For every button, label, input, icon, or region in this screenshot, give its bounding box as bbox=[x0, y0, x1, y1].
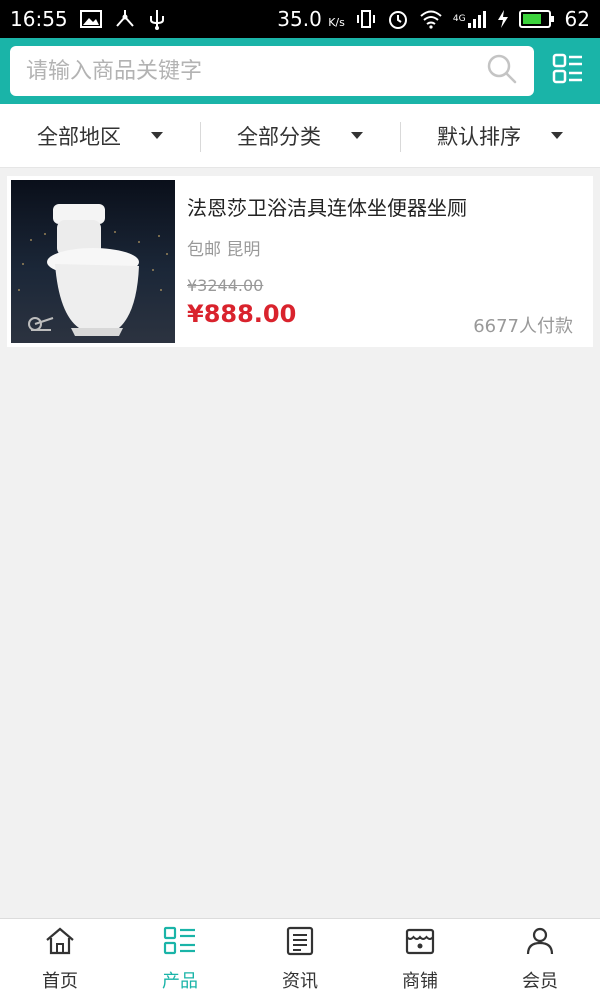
caret-down-icon bbox=[351, 132, 363, 139]
filter-category-label: 全部分类 bbox=[237, 124, 321, 149]
nav-news-label: 资讯 bbox=[282, 971, 318, 992]
shop-icon bbox=[404, 926, 436, 961]
filter-category[interactable]: 全部分类 bbox=[200, 104, 400, 167]
nav-products-label: 产品 bbox=[162, 971, 198, 992]
nav-news[interactable]: 资讯 bbox=[240, 919, 360, 1000]
original-price: ¥3244.00 bbox=[187, 276, 264, 295]
filter-sort[interactable]: 默认排序 bbox=[400, 104, 600, 167]
nav-member-label: 会员 bbox=[522, 971, 558, 992]
sold-count: 6677人付款 bbox=[473, 316, 573, 337]
charging-icon bbox=[497, 9, 509, 29]
product-info: 法恩莎卫浴洁具连体坐便器坐厕 包邮 昆明 ¥3244.00 ¥888.00 66… bbox=[175, 180, 589, 343]
status-bar: 16:55 35.0 K/s 4G 62 bbox=[0, 0, 600, 38]
signal-icon: 4G bbox=[453, 9, 487, 29]
news-icon bbox=[285, 926, 315, 961]
product-card[interactable]: 法恩莎卫浴洁具连体坐便器坐厕 包邮 昆明 ¥3244.00 ¥888.00 66… bbox=[7, 176, 593, 347]
filter-bar: 全部地区 全部分类 默认排序 bbox=[0, 104, 600, 168]
share-icon bbox=[114, 9, 136, 29]
usb-icon bbox=[148, 8, 166, 30]
search-input[interactable] bbox=[26, 58, 486, 84]
filter-region-label: 全部地区 bbox=[37, 124, 121, 149]
filter-sort-label: 默认排序 bbox=[437, 124, 521, 149]
product-image[interactable] bbox=[11, 180, 175, 343]
nav-home[interactable]: 首页 bbox=[0, 919, 120, 1000]
home-icon bbox=[44, 926, 76, 961]
bottom-nav: 首页 产品 资讯 商铺 会员 bbox=[0, 918, 600, 1000]
battery-level: 62 bbox=[564, 7, 590, 31]
filter-region[interactable]: 全部地区 bbox=[0, 104, 200, 167]
toilet-illustration bbox=[18, 204, 168, 336]
caret-down-icon bbox=[551, 132, 563, 139]
nav-shop[interactable]: 商铺 bbox=[360, 919, 480, 1000]
product-meta: 包邮 昆明 bbox=[187, 235, 573, 260]
member-icon bbox=[525, 926, 555, 961]
wifi-icon bbox=[419, 9, 443, 29]
product-list-icon bbox=[163, 926, 197, 961]
category-menu-button[interactable] bbox=[546, 49, 590, 93]
shipping-tag: 包邮 bbox=[187, 240, 221, 260]
current-price: ¥888.00 bbox=[187, 300, 297, 328]
battery-icon bbox=[518, 9, 555, 29]
product-location: 昆明 bbox=[226, 240, 261, 260]
caret-down-icon bbox=[151, 132, 163, 139]
search-box[interactable] bbox=[10, 46, 534, 96]
list-icon bbox=[552, 53, 584, 89]
nav-shop-label: 商铺 bbox=[402, 971, 438, 992]
network-speed: 35.0 K/s bbox=[277, 7, 345, 31]
nav-products[interactable]: 产品 bbox=[120, 919, 240, 1000]
product-title[interactable]: 法恩莎卫浴洁具连体坐便器坐厕 bbox=[187, 192, 573, 221]
nav-member[interactable]: 会员 bbox=[480, 919, 600, 1000]
nav-home-label: 首页 bbox=[42, 971, 78, 992]
clock: 16:55 bbox=[10, 7, 68, 31]
header-bar bbox=[0, 38, 600, 104]
search-icon[interactable] bbox=[486, 53, 518, 89]
vibrate-icon bbox=[355, 9, 377, 29]
alarm-icon bbox=[387, 8, 409, 30]
image-icon bbox=[79, 10, 102, 28]
